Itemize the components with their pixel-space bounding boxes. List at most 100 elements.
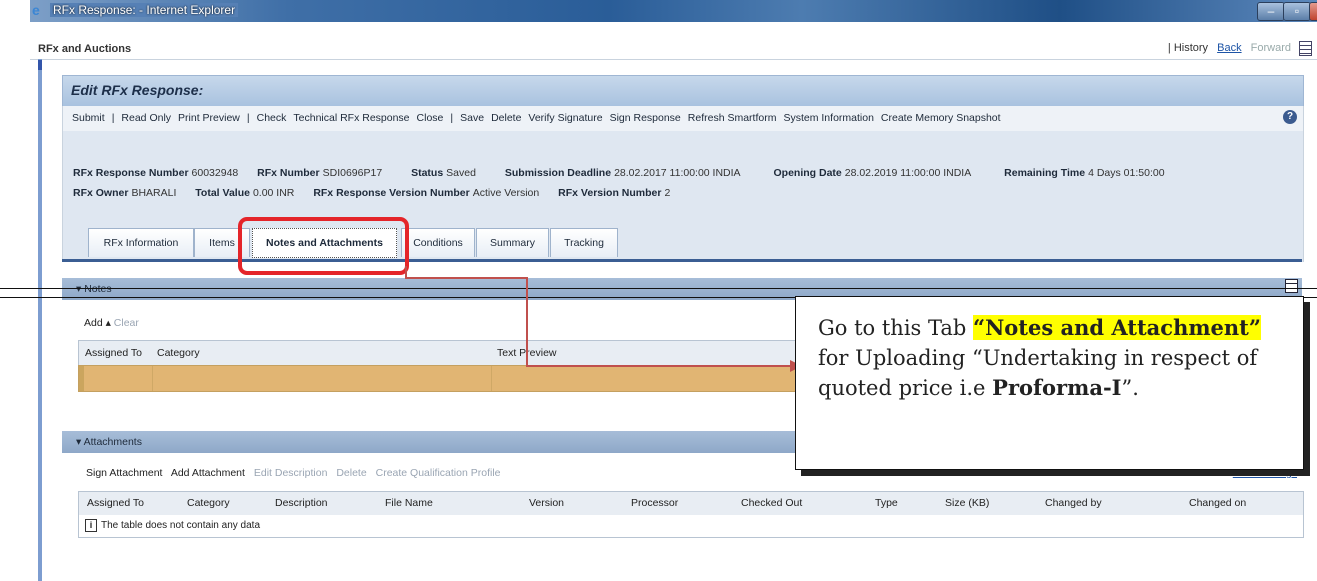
help-icon[interactable]: ?	[1283, 110, 1297, 124]
opening-date-value: 28.02.2019 11:00:00 INDIA	[844, 167, 972, 179]
attachments-table-header: Assigned To Category Description File Na…	[78, 491, 1304, 516]
response-number-label: RFx Response Number	[73, 167, 189, 179]
delete-attachment-button[interactable]: Delete	[336, 467, 366, 479]
toolbar-button-submit[interactable]: Submit	[72, 112, 105, 124]
rfx-number-value: SDI0696P17	[322, 167, 383, 179]
callout-highlight: “Notes and Attachment”	[973, 315, 1261, 340]
tab-conditions[interactable]: Conditions	[401, 228, 475, 257]
create-qualification-profile-button[interactable]: Create Qualification Profile	[376, 467, 501, 479]
page-header: Edit RFx Response:	[62, 75, 1304, 107]
att-col-checked-out[interactable]: Checked Out	[741, 497, 802, 509]
notes-col-text-preview[interactable]: Text Preview	[497, 347, 557, 359]
tab-summary[interactable]: Summary	[476, 228, 549, 257]
empty-table-message: The table does not contain any data	[101, 520, 261, 531]
att-col-processor[interactable]: Processor	[631, 497, 678, 509]
status-label: Status	[411, 167, 444, 179]
window-title-bar: e RFx Response: - Internet Explorer – ▫ …	[30, 0, 1317, 22]
att-col-file-name[interactable]: File Name	[385, 497, 433, 509]
sign-attachment-button[interactable]: Sign Attachment	[86, 467, 162, 479]
left-rail	[38, 59, 42, 581]
clear-note-button[interactable]: Clear	[114, 317, 139, 329]
opening-date-label: Opening Date	[773, 167, 842, 179]
toolbar-button-technical-rfx-response[interactable]: Technical RFx Response	[293, 112, 409, 124]
att-col-category[interactable]: Category	[187, 497, 230, 509]
att-col-version[interactable]: Version	[529, 497, 564, 509]
collapse-panel-icon[interactable]	[1285, 279, 1298, 293]
rfx-number-label: RFx Number	[257, 167, 320, 179]
tab-rfx-information[interactable]: RFx Information	[88, 228, 194, 257]
toolbar-separator: |	[450, 112, 454, 124]
notes-col-category[interactable]: Category	[157, 347, 200, 359]
highlight-box	[238, 217, 409, 275]
att-col-type[interactable]: Type	[875, 497, 898, 509]
attachments-tools: Sign Attachment Add Attachment Edit Desc…	[86, 467, 507, 479]
forward-link[interactable]: Forward	[1251, 42, 1291, 54]
callout-bold: Proforma-I	[992, 375, 1122, 400]
history-menu[interactable]: | History	[1168, 42, 1208, 54]
toolbar-button-refresh-smartform[interactable]: Refresh Smartform	[688, 112, 777, 124]
add-attachment-button[interactable]: Add Attachment	[171, 467, 245, 479]
notes-cell-divider	[491, 366, 492, 391]
history-nav: | History Back Forward	[1168, 42, 1291, 54]
toolbar-button-system-information[interactable]: System Information	[783, 112, 873, 124]
toolbar-separator: |	[246, 112, 250, 124]
att-col-changed-on[interactable]: Changed on	[1189, 497, 1246, 509]
rfx-version-value: 2	[664, 187, 671, 199]
att-col-description[interactable]: Description	[275, 497, 328, 509]
response-version-label: RFx Response Version Number	[313, 187, 470, 199]
total-value: 0.00 INR	[252, 187, 295, 199]
page-title: Edit RFx Response:	[71, 82, 204, 98]
tab-tracking[interactable]: Tracking	[550, 228, 618, 257]
deadline-value: 28.02.2017 11:00:00 INDIA	[614, 167, 741, 179]
info-row-2: RFx Owner BHARALI Total Value 0.00 INR RFx…	[73, 187, 686, 199]
notes-cell-assigned-to	[79, 366, 153, 391]
toolbar-items: Submit | Read Only Print Preview | Check Techn…	[72, 112, 1008, 124]
toolbar-button-save[interactable]: Save	[460, 112, 484, 124]
callout-text: Go to this Tab “Notes and Attachment” fo…	[818, 313, 1298, 403]
toolbar-button-sign-response[interactable]: Sign Response	[610, 112, 681, 124]
app-header: RFx and Auctions | History Back Forward	[30, 22, 1317, 60]
owner-value: BHARALI	[131, 187, 177, 199]
toolbar-button-verify-signature[interactable]: Verify Signature	[528, 112, 602, 124]
maximize-button[interactable]: ▫	[1283, 2, 1311, 21]
callout-post: ”.	[1121, 376, 1139, 400]
annotation-line-top	[0, 288, 1317, 289]
toolbar-button-close[interactable]: Close	[417, 112, 444, 124]
deadline-label: Submission Deadline	[504, 167, 612, 179]
toolbar-button-read-only[interactable]: Read Only	[121, 112, 171, 124]
att-col-size[interactable]: Size (KB)	[945, 497, 989, 509]
back-link[interactable]: Back	[1217, 42, 1241, 54]
menu-icon[interactable]	[1299, 41, 1312, 56]
remaining-time-value: 4 Days 01:50:00	[1088, 167, 1165, 179]
info-icon: i	[85, 519, 97, 532]
minimize-button[interactable]: –	[1257, 2, 1285, 21]
edit-description-button[interactable]: Edit Description	[254, 467, 328, 479]
app-title: RFx and Auctions	[38, 43, 132, 55]
total-value-label: Total Value	[195, 187, 250, 199]
toolbar-button-check[interactable]: Check	[257, 112, 287, 124]
notes-header-label: ▾ Notes	[76, 283, 112, 295]
response-number-value: 60032948	[191, 167, 239, 179]
remaining-time-label: Remaining Time	[1004, 167, 1086, 179]
toolbar-button-create-memory-snapshot[interactable]: Create Memory Snapshot	[881, 112, 1001, 124]
owner-label: RFx Owner	[73, 187, 129, 199]
close-window-button[interactable]: X	[1309, 2, 1317, 21]
att-col-assigned-to[interactable]: Assigned To	[87, 497, 144, 509]
toolbar-button-delete[interactable]: Delete	[491, 112, 521, 124]
callout-pre: Go to this Tab	[818, 316, 973, 340]
rfx-version-label: RFx Version Number	[558, 187, 662, 199]
notes-col-assigned-to[interactable]: Assigned To	[85, 347, 142, 359]
left-rail-marker	[38, 60, 42, 70]
annotation-callout: Go to this Tab “Notes and Attachment” fo…	[795, 296, 1304, 470]
attachments-header-label: ▾ Attachments	[76, 436, 142, 448]
att-col-changed-by[interactable]: Changed by	[1045, 497, 1102, 509]
internet-explorer-icon: e	[32, 2, 40, 18]
status-value: Saved	[446, 167, 476, 179]
add-note-button[interactable]: Add ▴	[84, 317, 111, 329]
toolbar-button-print-preview[interactable]: Print Preview	[178, 112, 240, 124]
info-row-1: RFx Response Number 60032948 RFx Number SD…	[73, 167, 1181, 179]
toolbar: Submit | Read Only Print Preview | Check Techn…	[62, 106, 1304, 132]
response-version-value: Active Version	[472, 187, 540, 199]
toolbar-separator: |	[111, 112, 115, 124]
notes-tools: Add ▴ Clear	[84, 317, 139, 329]
